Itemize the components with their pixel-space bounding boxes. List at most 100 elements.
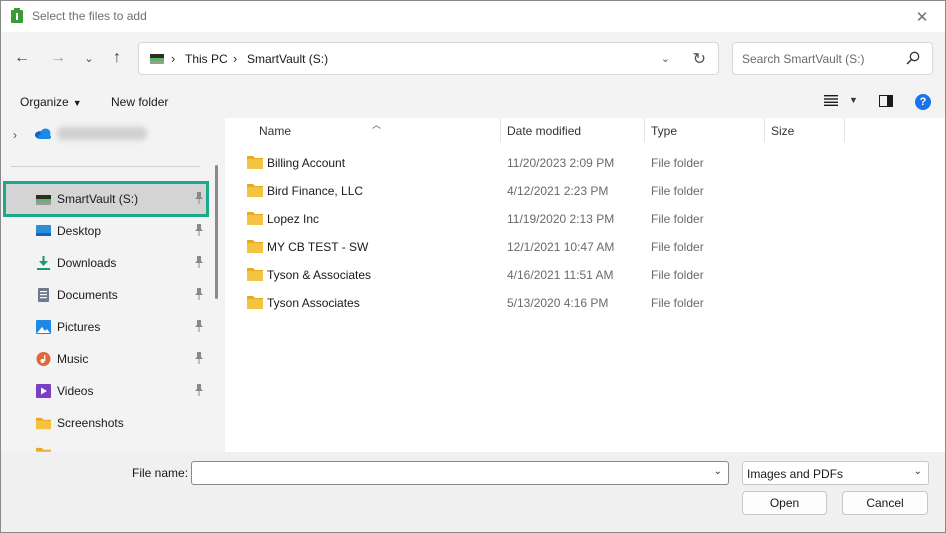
file-type-filter[interactable]: Images and PDFs ⌄ [742, 461, 929, 485]
expand-chevron-icon[interactable]: › [13, 128, 17, 142]
file-date: 12/1/2021 10:47 AM [507, 240, 615, 254]
folder-icon [247, 212, 263, 225]
pin-icon [195, 320, 203, 332]
app-icon [11, 8, 23, 23]
file-list: ︿ Name Date modified Type Size Billing A… [225, 118, 945, 452]
sidebar-scrollbar[interactable] [215, 165, 218, 299]
sidebar-item-documents[interactable]: Documents [6, 280, 206, 310]
breadcrumb-separator-icon: › [171, 51, 176, 66]
sidebar-item-label: Videos [57, 384, 94, 398]
file-row[interactable]: Billing Account 11/20/2023 2:09 PM File … [241, 148, 841, 176]
organize-button[interactable]: Organize ▼ [20, 95, 82, 109]
preview-pane-icon[interactable] [879, 95, 893, 107]
pictures-icon [36, 320, 51, 334]
file-row[interactable]: Lopez Inc 11/19/2020 2:13 PM File folder [241, 204, 841, 232]
file-name-field[interactable]: ⌄ [191, 461, 729, 485]
file-name: Lopez Inc [267, 212, 320, 226]
address-bar[interactable]: › This PC › SmartVault (S:) ⌄ ↻ [138, 42, 719, 75]
pin-icon [195, 192, 203, 204]
file-date: 11/20/2023 2:09 PM [507, 156, 615, 170]
column-divider[interactable] [844, 118, 845, 142]
drive-icon [36, 195, 51, 205]
address-history-chevron-icon[interactable]: ⌄ [661, 52, 670, 65]
search-icon [906, 51, 920, 65]
column-divider[interactable] [500, 118, 501, 142]
chevron-down-icon: ⌄ [84, 52, 94, 65]
view-options-caret-icon[interactable]: ▼ [849, 95, 858, 105]
sidebar-item-videos[interactable]: Videos [6, 376, 206, 406]
forward-button[interactable]: → [45, 45, 71, 71]
file-date: 5/13/2020 4:16 PM [507, 296, 609, 310]
onedrive-cloud-icon [35, 128, 51, 139]
back-button[interactable]: ← [9, 45, 35, 71]
up-button[interactable]: ↑ [104, 45, 130, 71]
breadcrumb-this-pc[interactable]: This PC [185, 52, 228, 66]
file-date: 11/19/2020 2:13 PM [507, 212, 615, 226]
redacted-account-name [57, 127, 147, 140]
sidebar-item-label: Documents [57, 288, 118, 302]
cancel-button[interactable]: Cancel [842, 491, 928, 515]
sidebar-item-label: Pictures [57, 320, 101, 334]
sidebar-item-label: Downloads [57, 256, 117, 270]
file-open-dialog: Select the files to add ✕ ← → ⌄ ↑ › This… [0, 0, 946, 533]
column-divider[interactable] [764, 118, 765, 142]
navigation-pane: › SmartVault (S:) Desktop Downloads Docu… [1, 118, 209, 452]
close-icon: ✕ [915, 8, 929, 26]
title-bar: Select the files to add ✕ [1, 1, 945, 32]
open-button[interactable]: Open [742, 491, 827, 515]
file-name: Tyson & Associates [267, 268, 372, 282]
recent-locations-button[interactable]: ⌄ [76, 45, 102, 71]
new-folder-button[interactable]: New folder [111, 95, 168, 109]
sidebar-item-screenshots[interactable]: Screenshots [6, 408, 206, 438]
file-row[interactable]: MY CB TEST - SW 12/1/2021 10:47 AM File … [241, 232, 841, 260]
breadcrumb-separator-icon: › [233, 51, 238, 66]
back-arrow-icon: ← [14, 49, 30, 66]
sidebar-item-label: SmartVault (S:) [57, 192, 139, 206]
file-type: File folder [651, 296, 704, 310]
sidebar-item-desktop[interactable]: Desktop [6, 216, 206, 246]
file-type: File folder [651, 184, 704, 198]
organize-label: Organize [20, 95, 69, 109]
column-header-size[interactable]: Size [771, 124, 794, 138]
file-row[interactable]: Bird Finance, LLC 4/12/2021 2:23 PM File… [241, 176, 841, 204]
pin-icon [195, 256, 203, 268]
breadcrumb-smartvault[interactable]: SmartVault (S:) [247, 52, 328, 66]
sidebar-item-pictures[interactable]: Pictures [6, 312, 206, 342]
folder-icon [36, 417, 51, 430]
chevron-down-icon[interactable]: ⌄ [714, 466, 722, 477]
videos-icon [36, 384, 51, 398]
file-type: File folder [651, 212, 704, 226]
desktop-icon [36, 225, 51, 236]
column-header-name[interactable]: Name [259, 124, 291, 138]
download-icon [37, 256, 50, 270]
drive-icon [150, 54, 164, 64]
column-header-date-modified[interactable]: Date modified [507, 124, 581, 138]
sidebar-item-music[interactable]: Music [6, 344, 206, 374]
file-type: File folder [651, 156, 704, 170]
file-name: Billing Account [267, 156, 346, 170]
music-icon [36, 352, 51, 366]
sidebar-item-label: Screenshots [57, 416, 124, 430]
bottom-panel: File name: ⌄ Images and PDFs ⌄ Open Canc… [1, 452, 945, 532]
close-button[interactable]: ✕ [899, 1, 945, 32]
sidebar-divider [11, 166, 200, 167]
sidebar-item-downloads[interactable]: Downloads [6, 248, 206, 278]
file-name: Bird Finance, LLC [267, 184, 364, 198]
file-row[interactable]: Tyson Associates 5/13/2020 4:16 PM File … [241, 288, 841, 316]
sidebar-item-smartvault[interactable]: SmartVault (S:) [3, 181, 209, 217]
sidebar-item-partial[interactable] [6, 438, 206, 452]
file-date: 4/16/2021 11:51 AM [507, 268, 614, 282]
sidebar-item-label: Desktop [57, 224, 102, 238]
file-row[interactable]: Tyson & Associates 4/16/2021 11:51 AM Fi… [241, 260, 841, 288]
chevron-down-icon: ⌄ [913, 466, 922, 477]
search-box[interactable]: Search SmartVault (S:) [732, 42, 933, 75]
help-icon[interactable]: ? [915, 94, 931, 110]
file-name-input[interactable] [196, 464, 706, 482]
file-name: MY CB TEST - SW [267, 240, 369, 254]
column-divider[interactable] [644, 118, 645, 142]
refresh-icon[interactable]: ↻ [693, 49, 706, 69]
view-list-icon[interactable] [824, 94, 838, 106]
pin-icon [195, 224, 203, 236]
pin-icon [195, 288, 203, 300]
column-header-type[interactable]: Type [651, 124, 677, 138]
